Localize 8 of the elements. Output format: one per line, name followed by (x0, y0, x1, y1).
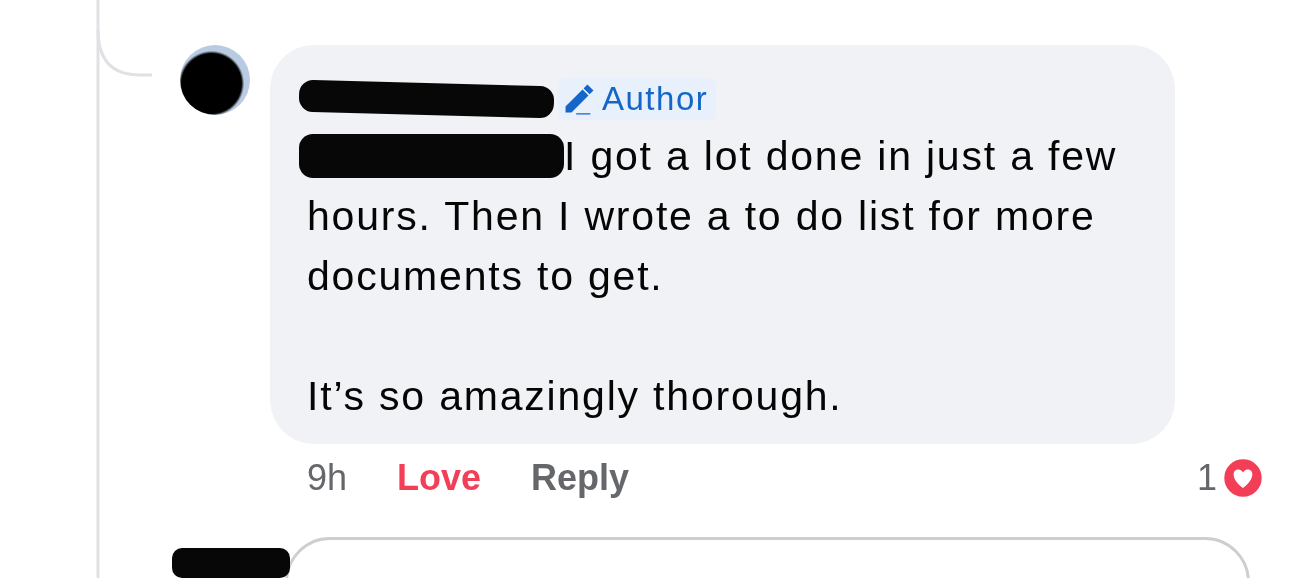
author-badge: Author (558, 78, 717, 120)
reaction-link[interactable]: Love (397, 457, 482, 499)
comment-text: hours. Then I wrote a to do list for more documents to get. (307, 192, 1097, 301)
comment-time: 9h (307, 457, 348, 499)
comment-text: I got a lot done in just a few (564, 132, 1118, 181)
comment-text: It’s so amazingly thorough. (307, 372, 844, 421)
reaction-link[interactable]: Reply (531, 457, 630, 499)
reaction-count: 1 (1196, 457, 1217, 499)
